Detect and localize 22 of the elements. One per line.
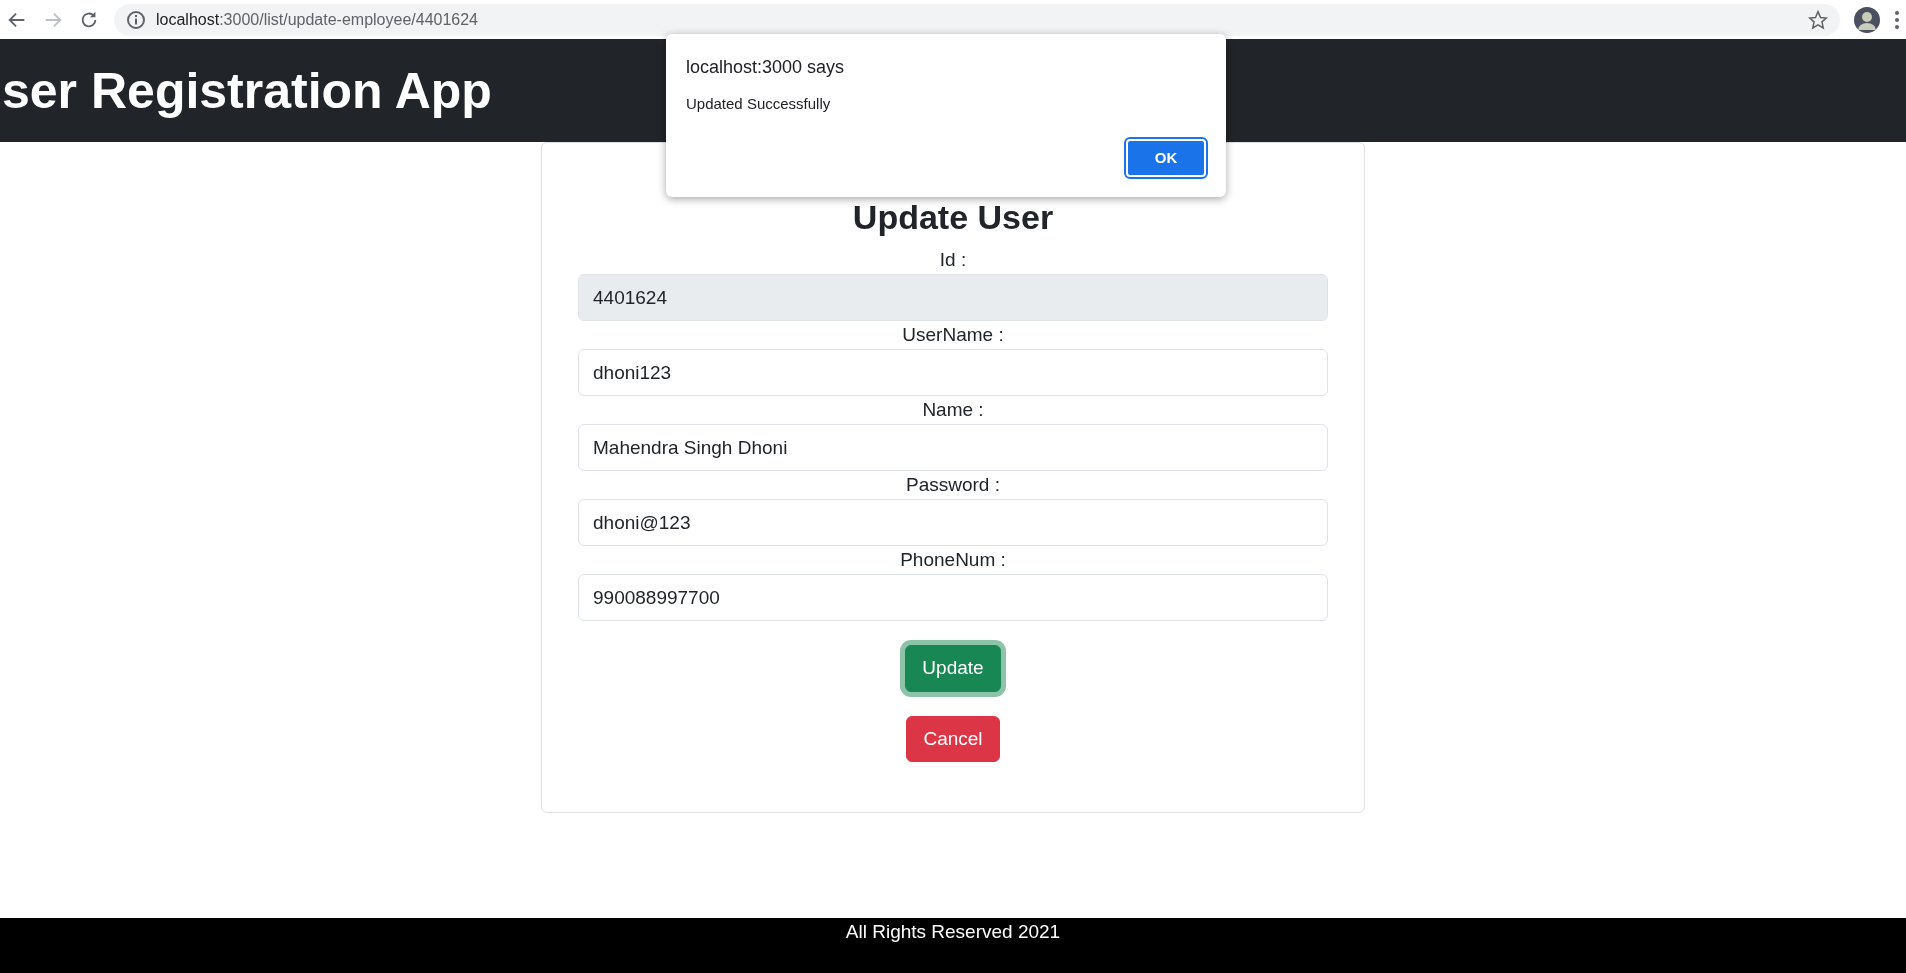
cancel-button[interactable]: Cancel xyxy=(906,715,1000,763)
field-label: UserName : xyxy=(901,323,1005,348)
field-label: Name : xyxy=(921,398,985,423)
info-icon[interactable] xyxy=(126,9,146,30)
input-field[interactable]: dhoni@123 xyxy=(578,499,1328,547)
dialog-title: localhost:3000 says xyxy=(686,56,846,79)
app-title: ser Registration App xyxy=(2,61,492,121)
ok-button[interactable]: OK xyxy=(1126,139,1206,177)
input-field[interactable]: dhoni123 xyxy=(578,349,1328,397)
field-label: Password : xyxy=(905,473,1001,498)
input-field[interactable]: 990088997700 xyxy=(578,574,1328,622)
footer-text: All Rights Reserved 2021 xyxy=(845,921,1061,942)
field-label: Id : xyxy=(938,248,968,273)
avatar-icon[interactable] xyxy=(1854,6,1880,33)
field-label: PhoneNum : xyxy=(899,548,1007,573)
menu-icon[interactable] xyxy=(1894,9,1900,30)
input-field[interactable]: Mahendra Singh Dhoni xyxy=(578,424,1328,472)
submit-button[interactable]: Update xyxy=(905,645,1001,692)
form-title: Update User xyxy=(851,199,1055,237)
dialog-message: Updated Successfully xyxy=(686,94,832,114)
star-icon[interactable] xyxy=(1808,9,1828,30)
address-bar[interactable]: localhost:3000/list/update-employee/4401624 xyxy=(114,3,1840,36)
